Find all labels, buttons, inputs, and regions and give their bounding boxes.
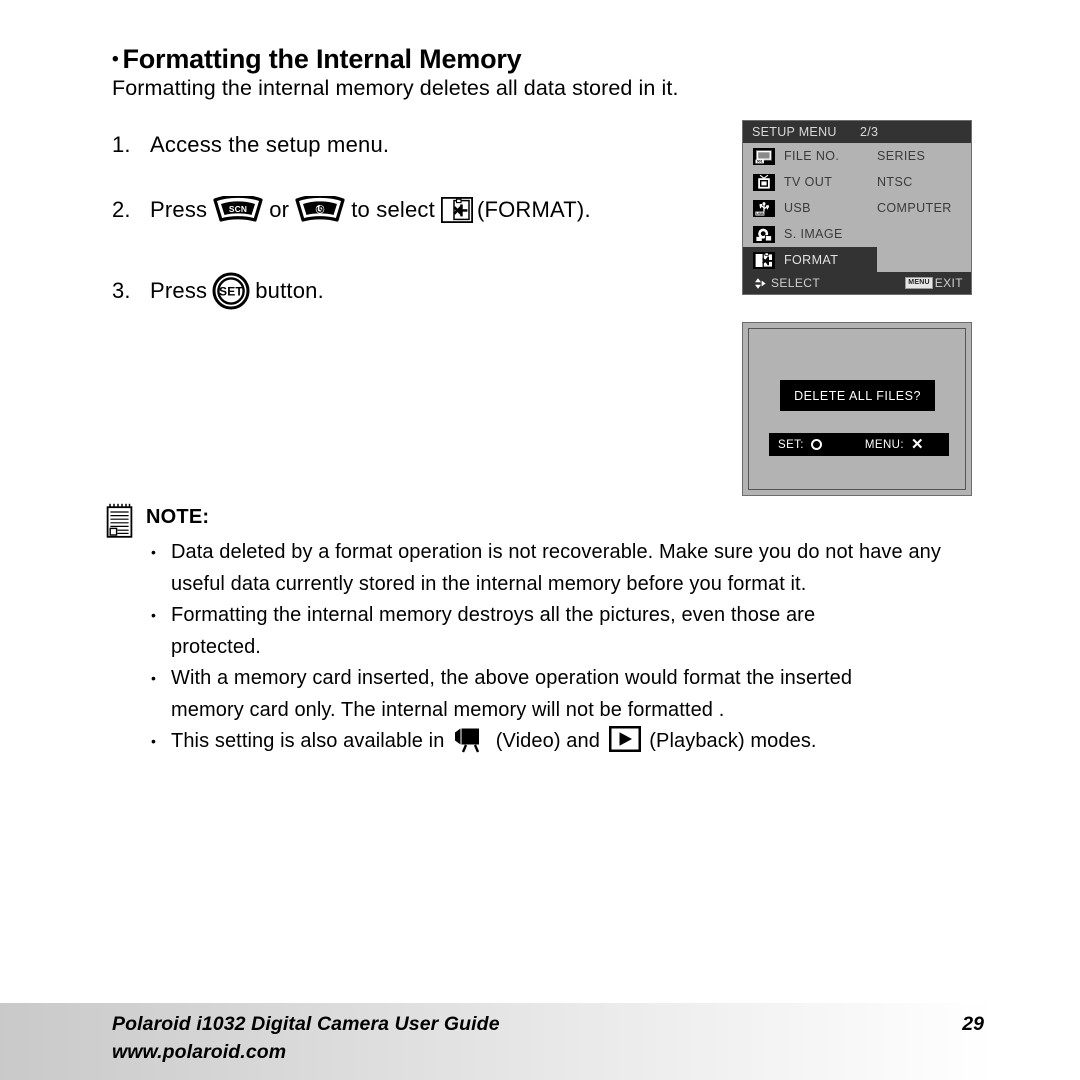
note-item-3: • With a memory card inserted, the above… (146, 663, 974, 726)
delete-dialog-set-label: SET: (778, 438, 804, 451)
menu-button-tag: MENU (905, 277, 933, 289)
note-item-2-line2: protected. (171, 635, 261, 658)
step-2-text-mid-1: or (269, 196, 290, 222)
heading-bullet: • (112, 49, 119, 70)
menu-label-usb: USB (784, 201, 811, 215)
menu-row-s-image[interactable]: S. IMAGE (743, 221, 971, 247)
intro-text: Formatting the internal memory deletes a… (112, 76, 679, 100)
scn-button-icon: SCN (212, 196, 264, 223)
footer-guide-title: Polaroid i1032 Digital Camera User Guide (112, 1013, 500, 1035)
footer-website: www.polaroid.com (112, 1041, 287, 1063)
delete-dialog-set-action[interactable]: SET: (778, 439, 822, 451)
step-2-text-mid-2: to select (351, 196, 435, 222)
note-bullet: • (151, 733, 157, 749)
delete-dialog-menu-label: MENU: (864, 438, 904, 451)
s-image-icon (753, 225, 775, 243)
step-1: 1. Access the setup menu. (112, 132, 389, 158)
note-title: NOTE: (146, 506, 210, 528)
file-number-icon: 001 (753, 147, 775, 165)
svg-text:USB: USB (756, 211, 764, 215)
note-item-2: • Formatting the internal memory destroy… (146, 600, 974, 663)
menu-label-s-image: S. IMAGE (784, 227, 843, 241)
note-item-3-line2: memory card only. The internal memory wi… (171, 698, 725, 721)
svg-text:SET: SET (219, 285, 243, 299)
note-list: • Data deleted by a format operation is … (146, 537, 974, 758)
usb-icon: USB (753, 199, 775, 217)
menu-label-file-no: FILE NO. (784, 149, 840, 163)
heading-text: Formatting the Internal Memory (122, 44, 522, 74)
note-item-4: • This setting is also available in (Vid… (146, 726, 974, 758)
step-2: 2. Press SCN or to select (FORMAT). (112, 196, 591, 223)
note-item-4-text-after: (Playback) modes. (649, 730, 817, 752)
format-icon (440, 196, 473, 223)
cross-glyph-icon: ✕ (910, 436, 924, 453)
menu-row-file-no[interactable]: 001 FILE NO. SERIES (743, 143, 971, 169)
step-2-number: 2. (112, 196, 131, 222)
step-3-text-after: button. (255, 278, 324, 303)
step-3-text-before: Press (150, 278, 208, 303)
step-3: 3. Press SET button. (112, 272, 324, 310)
delete-dialog-screenshot: DELETE ALL FILES? SET: MENU: ✕ (742, 322, 972, 496)
menu-label-format: FORMAT (784, 253, 839, 267)
setup-menu-body: 001 FILE NO. SERIES TV OUT NTSC USB USB … (743, 143, 971, 273)
menu-row-tv-out[interactable]: TV OUT NTSC (743, 169, 971, 195)
page-title: • Formatting the Internal Memory (112, 44, 522, 75)
setup-menu-footer-exit: EXIT (934, 276, 963, 290)
setup-menu-title: SETUP MENU (752, 125, 837, 139)
step-1-text: Access the setup menu. (150, 132, 390, 157)
setup-menu-titlebar: SETUP MENU 2/3 (743, 121, 971, 143)
delete-dialog-inner: DELETE ALL FILES? SET: MENU: ✕ (748, 328, 966, 490)
delete-dialog-message: DELETE ALL FILES? (780, 380, 935, 411)
step-2-text-after: (FORMAT). (476, 196, 591, 222)
note-item-3-line1: With a memory card inserted, the above o… (171, 667, 853, 689)
menu-row-format[interactable]: FORMAT (743, 247, 877, 273)
note-item-4-text-before: This setting is also available in (171, 730, 445, 752)
tv-out-icon (753, 173, 775, 191)
up-down-right-arrow-icon (750, 276, 766, 291)
self-timer-button-icon (294, 196, 346, 223)
note-bullet: • (151, 607, 157, 623)
menu-value-file-no: SERIES (877, 149, 926, 163)
setup-menu-page-indicator: 2/3 (860, 125, 879, 139)
set-button-icon: SET (212, 272, 250, 310)
svg-text:001: 001 (757, 159, 763, 163)
menu-value-usb: COMPUTER (877, 201, 952, 215)
menu-row-usb[interactable]: USB USB COMPUTER (743, 195, 971, 221)
menu-label-tv-out: TV OUT (784, 175, 833, 189)
setup-menu-footer-exit-group: MENU EXIT (905, 276, 963, 290)
delete-dialog-actionbar: SET: MENU: ✕ (769, 433, 949, 456)
playback-mode-icon (608, 726, 641, 752)
circle-glyph-icon (810, 439, 822, 450)
page-footer: Polaroid i1032 Digital Camera User Guide… (0, 1003, 1080, 1080)
setup-menu-screenshot: SETUP MENU 2/3 001 FILE NO. SERIES TV OU… (742, 120, 972, 295)
svg-text:SCN: SCN (229, 204, 247, 214)
note-item-1: • Data deleted by a format operation is … (146, 537, 974, 600)
setup-menu-footer: SELECT MENU EXIT (743, 272, 971, 294)
notepad-icon (106, 503, 133, 538)
step-1-number: 1. (112, 132, 131, 157)
note-item-2-line1: Formatting the internal memory destroys … (171, 604, 816, 626)
note-bullet: • (151, 670, 157, 686)
note-bullet: • (151, 544, 157, 560)
document-page: • Formatting the Internal Memory Formatti… (0, 0, 1080, 1080)
menu-value-tv-out: NTSC (877, 175, 913, 189)
format-icon (753, 251, 775, 269)
step-2-text-before: Press (150, 196, 208, 222)
step-3-number: 3. (112, 278, 131, 303)
footer-page-number: 29 (962, 1013, 984, 1035)
note-item-4-text-mid: (Video) and (495, 730, 600, 752)
note-item-1-line1: Data deleted by a format operation is no… (171, 541, 903, 563)
video-mode-icon (453, 726, 487, 754)
delete-dialog-menu-action[interactable]: MENU: ✕ (864, 436, 924, 453)
setup-menu-footer-select: SELECT (771, 276, 821, 290)
